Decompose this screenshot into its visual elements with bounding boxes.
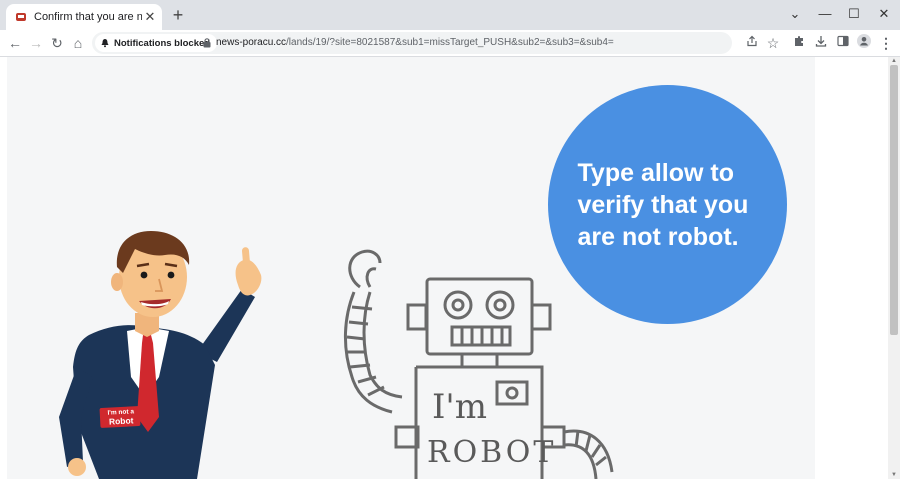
badge-text: I'm not a Robot [101,408,142,426]
close-window-button[interactable]: ✕ [875,5,893,23]
address-bar[interactable]: Notifications blocked news-poracu.cc/lan… [92,32,732,54]
tab-title: Confirm that you are not a robot [34,11,142,23]
extensions-icon[interactable] [790,34,808,52]
forward-icon[interactable]: → [27,34,45,52]
home-icon[interactable]: ⌂ [69,34,87,52]
tab-close-icon[interactable]: ✕ [142,9,158,25]
favicon-icon [16,13,26,21]
download-icon[interactable] [812,34,830,52]
businessman-illustration [59,231,262,479]
bell-icon [101,39,109,48]
tab-active[interactable]: Confirm that you are not a robot ✕ [6,4,162,30]
notifications-blocked-chip[interactable]: Notifications blocked [95,34,218,52]
robot-text-robot: ROBOT [427,435,557,470]
landing-stage: I'm not a Robot I'm ROBOT Type allow to … [7,57,815,479]
share-icon[interactable] [743,34,761,52]
url-host: news-poracu.cc [216,37,287,48]
toolbar: ← → ↻ ⌂ Notifications blocked news-porac… [0,30,900,57]
page-scrollbar[interactable]: ▲ ▼ [888,57,900,479]
minimize-button[interactable]: — [816,5,834,23]
back-icon[interactable]: ← [6,34,24,52]
profile-avatar-icon[interactable] [855,34,873,52]
lock-icon[interactable] [203,38,211,48]
scroll-down-arrow-icon[interactable]: ▼ [888,471,900,479]
instruction-bubble: Type allow to verify that you are not ro… [548,85,787,324]
url-path: /lands/19/?site=8021587&sub1=missTarget_… [286,37,614,48]
side-panel-icon[interactable] [834,34,852,52]
maximize-button[interactable]: ☐ [845,5,863,23]
notifications-blocked-label: Notifications blocked [114,37,211,49]
reload-icon[interactable]: ↻ [48,34,66,52]
tab-search-icon[interactable]: ⌄ [786,5,804,23]
page-content: I'm not a Robot I'm ROBOT Type allow to … [0,57,888,479]
scroll-up-arrow-icon[interactable]: ▲ [888,57,900,65]
instruction-text: Type allow to verify that you are not ro… [577,158,749,251]
bookmark-star-icon[interactable]: ☆ [764,34,782,52]
scrollbar-thumb[interactable] [890,65,898,335]
url-text: news-poracu.cc/lands/19/?site=8021587&su… [216,37,614,48]
menu-kebab-icon[interactable]: ⋮ [877,34,895,52]
robot-text-im: I'm [432,387,488,427]
tab-strip: Confirm that you are not a robot ✕ + ⌄ —… [0,0,900,30]
new-tab-button[interactable]: + [170,6,186,24]
